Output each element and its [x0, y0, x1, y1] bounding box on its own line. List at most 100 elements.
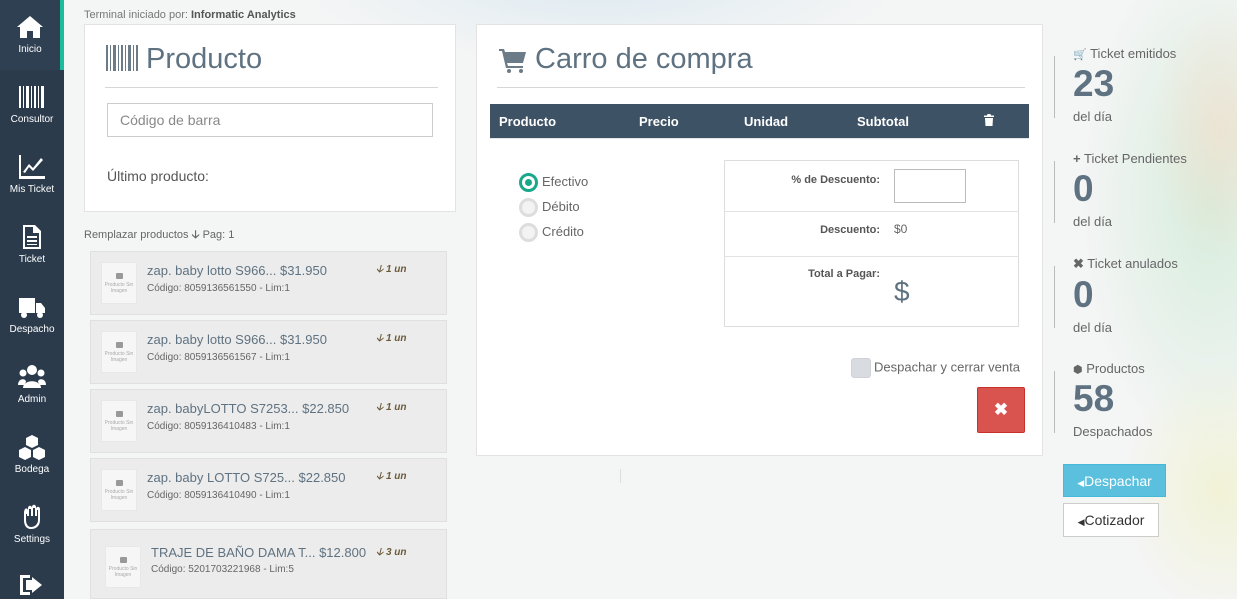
product-code: Código: 8059136561567 - Lim:1	[147, 352, 290, 363]
sidebar-item-despacho[interactable]: Despacho	[0, 280, 64, 350]
stat-value: 0	[1073, 168, 1094, 209]
product-card[interactable]: Producto Sin Imagen zap. baby LOTTO S725…	[90, 458, 447, 522]
sidebar-item-label: Settings	[13, 534, 51, 545]
product-qty: 🡣 1 un	[376, 333, 407, 344]
stat-productos: ⬢ Productos 58 Despachados	[1073, 361, 1153, 439]
cubes-icon: ⬢	[1073, 364, 1083, 376]
cart-panel: Carro de compra Producto Precio Unidad S…	[476, 24, 1043, 456]
sidebar-item-bodega[interactable]: Bodega	[0, 420, 64, 490]
sidebar-item-ticket[interactable]: Ticket	[0, 210, 64, 280]
sidebar-item-label: Despacho	[9, 324, 55, 335]
product-name: TRAJE DE BAÑO DAMA T... $12.800	[151, 545, 367, 560]
checkbox-box[interactable]	[851, 358, 871, 378]
discount-percent-input[interactable]	[894, 169, 966, 203]
product-name: zap. baby LOTTO S725... $22.850	[147, 470, 346, 485]
cotizador-button[interactable]: ◀Cotizador	[1063, 503, 1159, 537]
truck-icon	[19, 298, 45, 318]
stat-value: 0	[1073, 274, 1094, 315]
product-code: Código: 8059136410483 - Lim:1	[147, 421, 290, 432]
despachar-button[interactable]: ◀Despachar	[1063, 464, 1166, 497]
barcode-input[interactable]	[107, 103, 433, 137]
stat-divider	[1054, 56, 1055, 118]
discount-label: Descuento:	[820, 224, 880, 236]
replace-products-line: Remplazar productos 🡣 Pag: 1	[84, 226, 234, 245]
product-thumbnail: Producto Sin Imagen	[101, 262, 137, 304]
arrow-down-icon: 🡣	[376, 402, 386, 413]
payment-summary: % de Descuento: Descuento: $0 Total a Pa…	[724, 160, 1019, 327]
caret-left-icon: ◀	[1077, 517, 1085, 527]
title-divider	[105, 87, 438, 88]
total-value: $	[894, 276, 910, 307]
home-icon	[17, 16, 43, 38]
radio-debito[interactable]	[519, 198, 538, 217]
product-qty: 🡣 1 un	[376, 471, 407, 482]
radio-credito[interactable]	[519, 223, 538, 242]
cart-icon: 🛒	[1073, 49, 1087, 61]
arrow-down-icon: 🡣	[376, 264, 386, 275]
col-unidad: Unidad	[744, 114, 789, 129]
trash-icon[interactable]	[984, 114, 994, 126]
product-name: zap. baby lotto S966... $31.950	[147, 332, 327, 347]
sidebar-item-mis-ticket[interactable]: Mis Ticket	[0, 140, 64, 210]
dispatch-close-checkbox[interactable]: Despachar y cerrar venta	[851, 358, 1020, 378]
producto-panel: Producto Último producto:	[84, 24, 456, 212]
discount-percent-row: % de Descuento:	[725, 161, 1018, 212]
sidebar-item-label: Mis Ticket	[9, 184, 55, 195]
product-card[interactable]: Producto Sin Imagen zap. baby lotto S966…	[90, 320, 447, 384]
product-thumbnail: Producto Sin Imagen	[101, 469, 137, 511]
arrow-down-icon: 🡣	[191, 229, 200, 241]
document-icon	[23, 225, 41, 249]
replace-products-link[interactable]: Remplazar productos	[84, 229, 189, 241]
title-divider	[497, 87, 1025, 88]
terminal-info: Terminal iniciado por: Informatic Analyt…	[84, 9, 296, 21]
product-name: zap. babyLOTTO S7253... $22.850	[147, 401, 350, 416]
chart-line-icon	[19, 155, 45, 179]
col-precio: Precio	[639, 114, 679, 129]
stat-ticket-anulados: ✖ Ticket anulados 0 del día	[1073, 256, 1178, 335]
main-content: Terminal iniciado por: Informatic Analyt…	[64, 0, 1237, 599]
product-card[interactable]: Producto Sin Imagen TRAJE DE BAÑO DAMA T…	[90, 529, 447, 599]
stat-value: 58	[1073, 378, 1115, 419]
stat-divider	[1054, 161, 1055, 223]
last-product-label: Último producto:	[107, 168, 209, 184]
cart-table-header: Producto Precio Unidad Subtotal	[490, 104, 1029, 138]
discount-row: Descuento: $0	[725, 212, 1018, 257]
sidebar-item-label: Admin	[17, 394, 47, 405]
sidebar-item-logout[interactable]	[0, 560, 64, 599]
barcode-icon	[106, 45, 138, 71]
product-card[interactable]: Producto Sin Imagen zap. baby lotto S966…	[90, 251, 447, 315]
sidebar-item-settings[interactable]: Settings	[0, 490, 64, 560]
product-name: zap. baby lotto S966... $31.950	[147, 263, 327, 278]
barcode-icon	[19, 86, 44, 108]
cart-icon	[499, 49, 526, 73]
sign-out-icon	[20, 575, 42, 595]
cancel-sale-button[interactable]: ✖	[977, 387, 1025, 433]
stat-value: 23	[1073, 63, 1115, 104]
product-code: Código: 5201703221968 - Lim:5	[151, 564, 294, 575]
cart-body-rule	[490, 138, 1029, 139]
stat-sub: del día	[1073, 320, 1113, 335]
sidebar-item-label: Inicio	[18, 44, 42, 55]
col-subtotal: Subtotal	[857, 114, 909, 129]
product-qty: 🡣 1 un	[376, 402, 407, 413]
product-qty: 🡣 1 un	[376, 264, 407, 275]
sidebar-item-inicio[interactable]: Inicio	[0, 0, 64, 70]
product-card[interactable]: Producto Sin Imagen zap. babyLOTTO S7253…	[90, 389, 447, 453]
radio-efectivo[interactable]	[519, 173, 538, 192]
stat-divider	[1054, 371, 1055, 433]
stat-sub: Despachados	[1073, 424, 1153, 439]
arrow-down-icon: 🡣	[376, 471, 386, 482]
producto-title: Producto	[146, 43, 263, 75]
terminal-user: Informatic Analytics	[191, 9, 296, 21]
total-row: Total a Pagar: $	[725, 257, 1018, 326]
discount-value: $0	[894, 222, 908, 236]
arrow-down-icon: 🡣	[376, 333, 386, 344]
sidebar-item-label: Bodega	[14, 464, 50, 475]
separator	[620, 469, 621, 483]
sidebar-item-consultor[interactable]: Consultor	[0, 70, 64, 140]
sidebar-item-admin[interactable]: Admin	[0, 350, 64, 420]
arrow-down-icon: 🡣	[376, 547, 386, 558]
col-producto: Producto	[499, 114, 557, 129]
sidebar-item-label: Ticket	[18, 254, 46, 265]
product-qty: 🡣 3 un	[376, 547, 407, 558]
